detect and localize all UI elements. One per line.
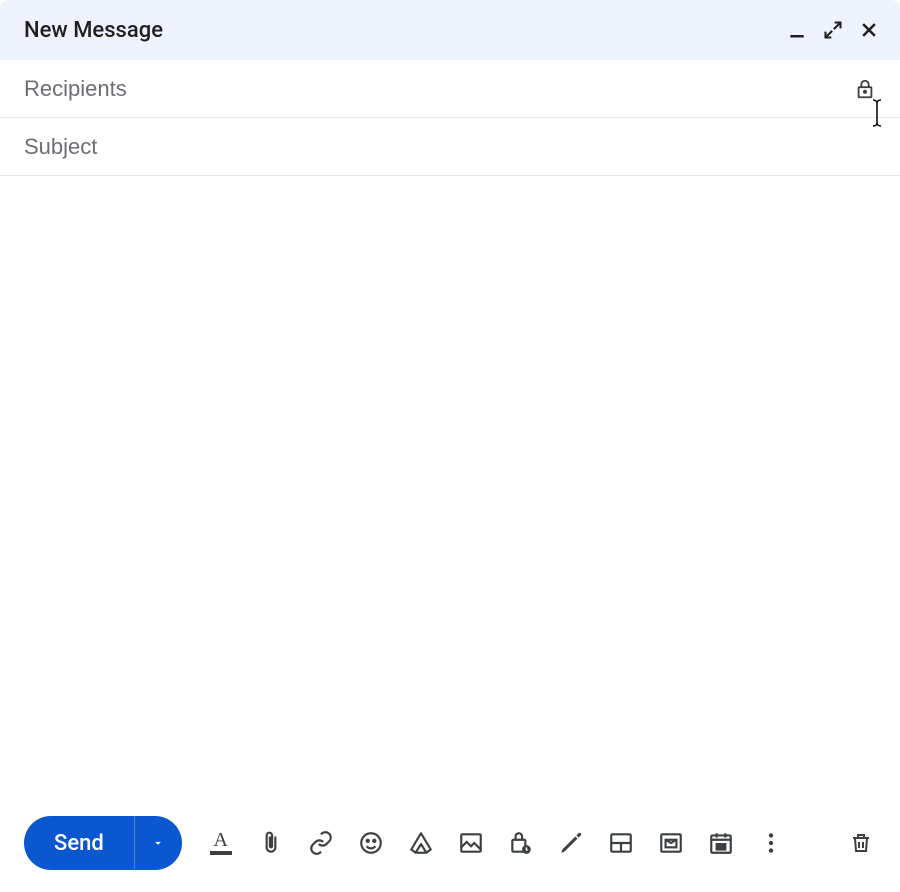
trash-icon bbox=[849, 831, 873, 855]
send-group: Send bbox=[24, 816, 182, 870]
more-options-button[interactable] bbox=[756, 828, 786, 858]
subject-input[interactable] bbox=[24, 134, 876, 160]
lock-icon bbox=[854, 78, 876, 100]
calendar-icon bbox=[708, 830, 734, 856]
encryption-lock-button[interactable] bbox=[854, 78, 876, 100]
expand-icon bbox=[823, 20, 843, 40]
layout-icon bbox=[608, 830, 634, 856]
emoji-button[interactable] bbox=[356, 828, 386, 858]
message-body[interactable] bbox=[0, 176, 900, 802]
send-button[interactable]: Send bbox=[24, 816, 134, 870]
recipients-input[interactable] bbox=[24, 76, 846, 102]
link-icon bbox=[308, 830, 334, 856]
templates-button[interactable] bbox=[656, 828, 686, 858]
toolbar-icons: A bbox=[206, 828, 786, 858]
compose-header: New Message bbox=[0, 0, 900, 60]
layout-button[interactable] bbox=[606, 828, 636, 858]
pen-icon bbox=[558, 830, 584, 856]
confidential-mode-button[interactable] bbox=[506, 828, 536, 858]
compose-dialog: New Message Send bbox=[0, 0, 900, 892]
caret-down-icon bbox=[151, 836, 165, 850]
lock-clock-icon bbox=[508, 830, 534, 856]
formatting-button[interactable]: A bbox=[206, 828, 236, 858]
schedule-button[interactable] bbox=[706, 828, 736, 858]
compose-toolbar: Send A bbox=[0, 802, 900, 892]
image-icon bbox=[458, 830, 484, 856]
drive-button[interactable] bbox=[406, 828, 436, 858]
emoji-icon bbox=[358, 830, 384, 856]
header-controls bbox=[786, 19, 880, 41]
minimize-button[interactable] bbox=[786, 19, 808, 41]
close-icon bbox=[859, 20, 879, 40]
envelope-icon bbox=[658, 830, 684, 856]
close-button[interactable] bbox=[858, 19, 880, 41]
minimize-icon bbox=[787, 20, 807, 40]
paperclip-icon bbox=[258, 830, 284, 856]
attach-button[interactable] bbox=[256, 828, 286, 858]
text-format-icon: A bbox=[210, 832, 232, 855]
drive-icon bbox=[408, 830, 434, 856]
compose-title: New Message bbox=[24, 18, 163, 43]
expand-button[interactable] bbox=[822, 19, 844, 41]
recipients-row bbox=[0, 60, 900, 118]
subject-row bbox=[0, 118, 900, 176]
more-vert-icon bbox=[758, 830, 784, 856]
send-options-button[interactable] bbox=[134, 816, 182, 870]
insert-link-button[interactable] bbox=[306, 828, 336, 858]
signature-button[interactable] bbox=[556, 828, 586, 858]
insert-image-button[interactable] bbox=[456, 828, 486, 858]
discard-button[interactable] bbox=[846, 828, 876, 858]
